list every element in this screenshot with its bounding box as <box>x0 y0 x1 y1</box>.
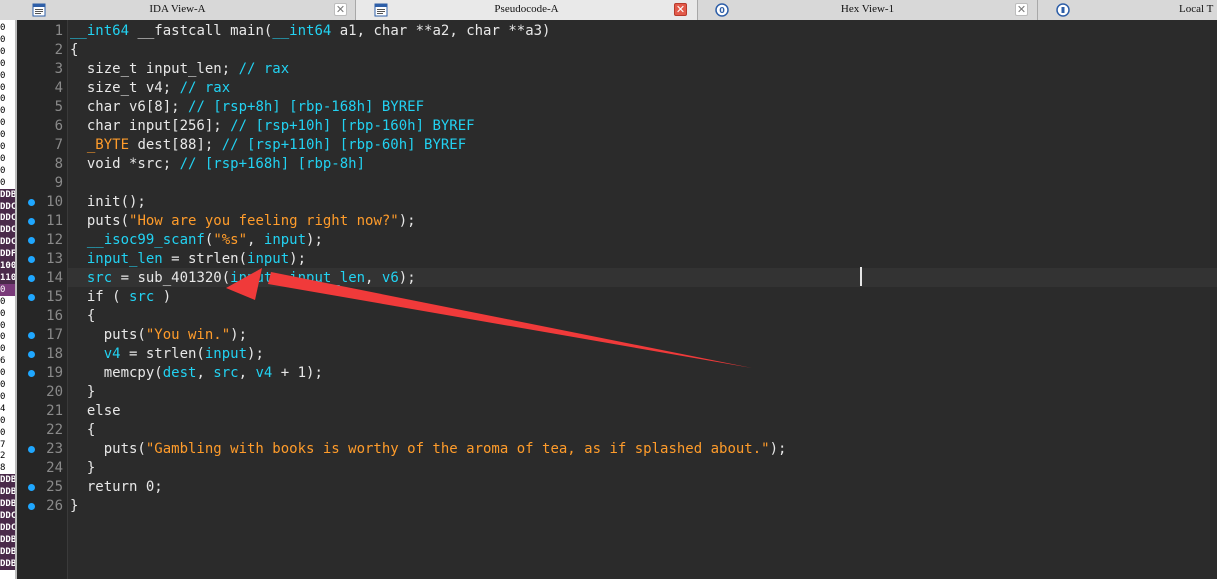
arrow-head <box>226 268 262 300</box>
arrow-shaft <box>268 272 752 368</box>
annotation-arrow <box>226 268 752 368</box>
